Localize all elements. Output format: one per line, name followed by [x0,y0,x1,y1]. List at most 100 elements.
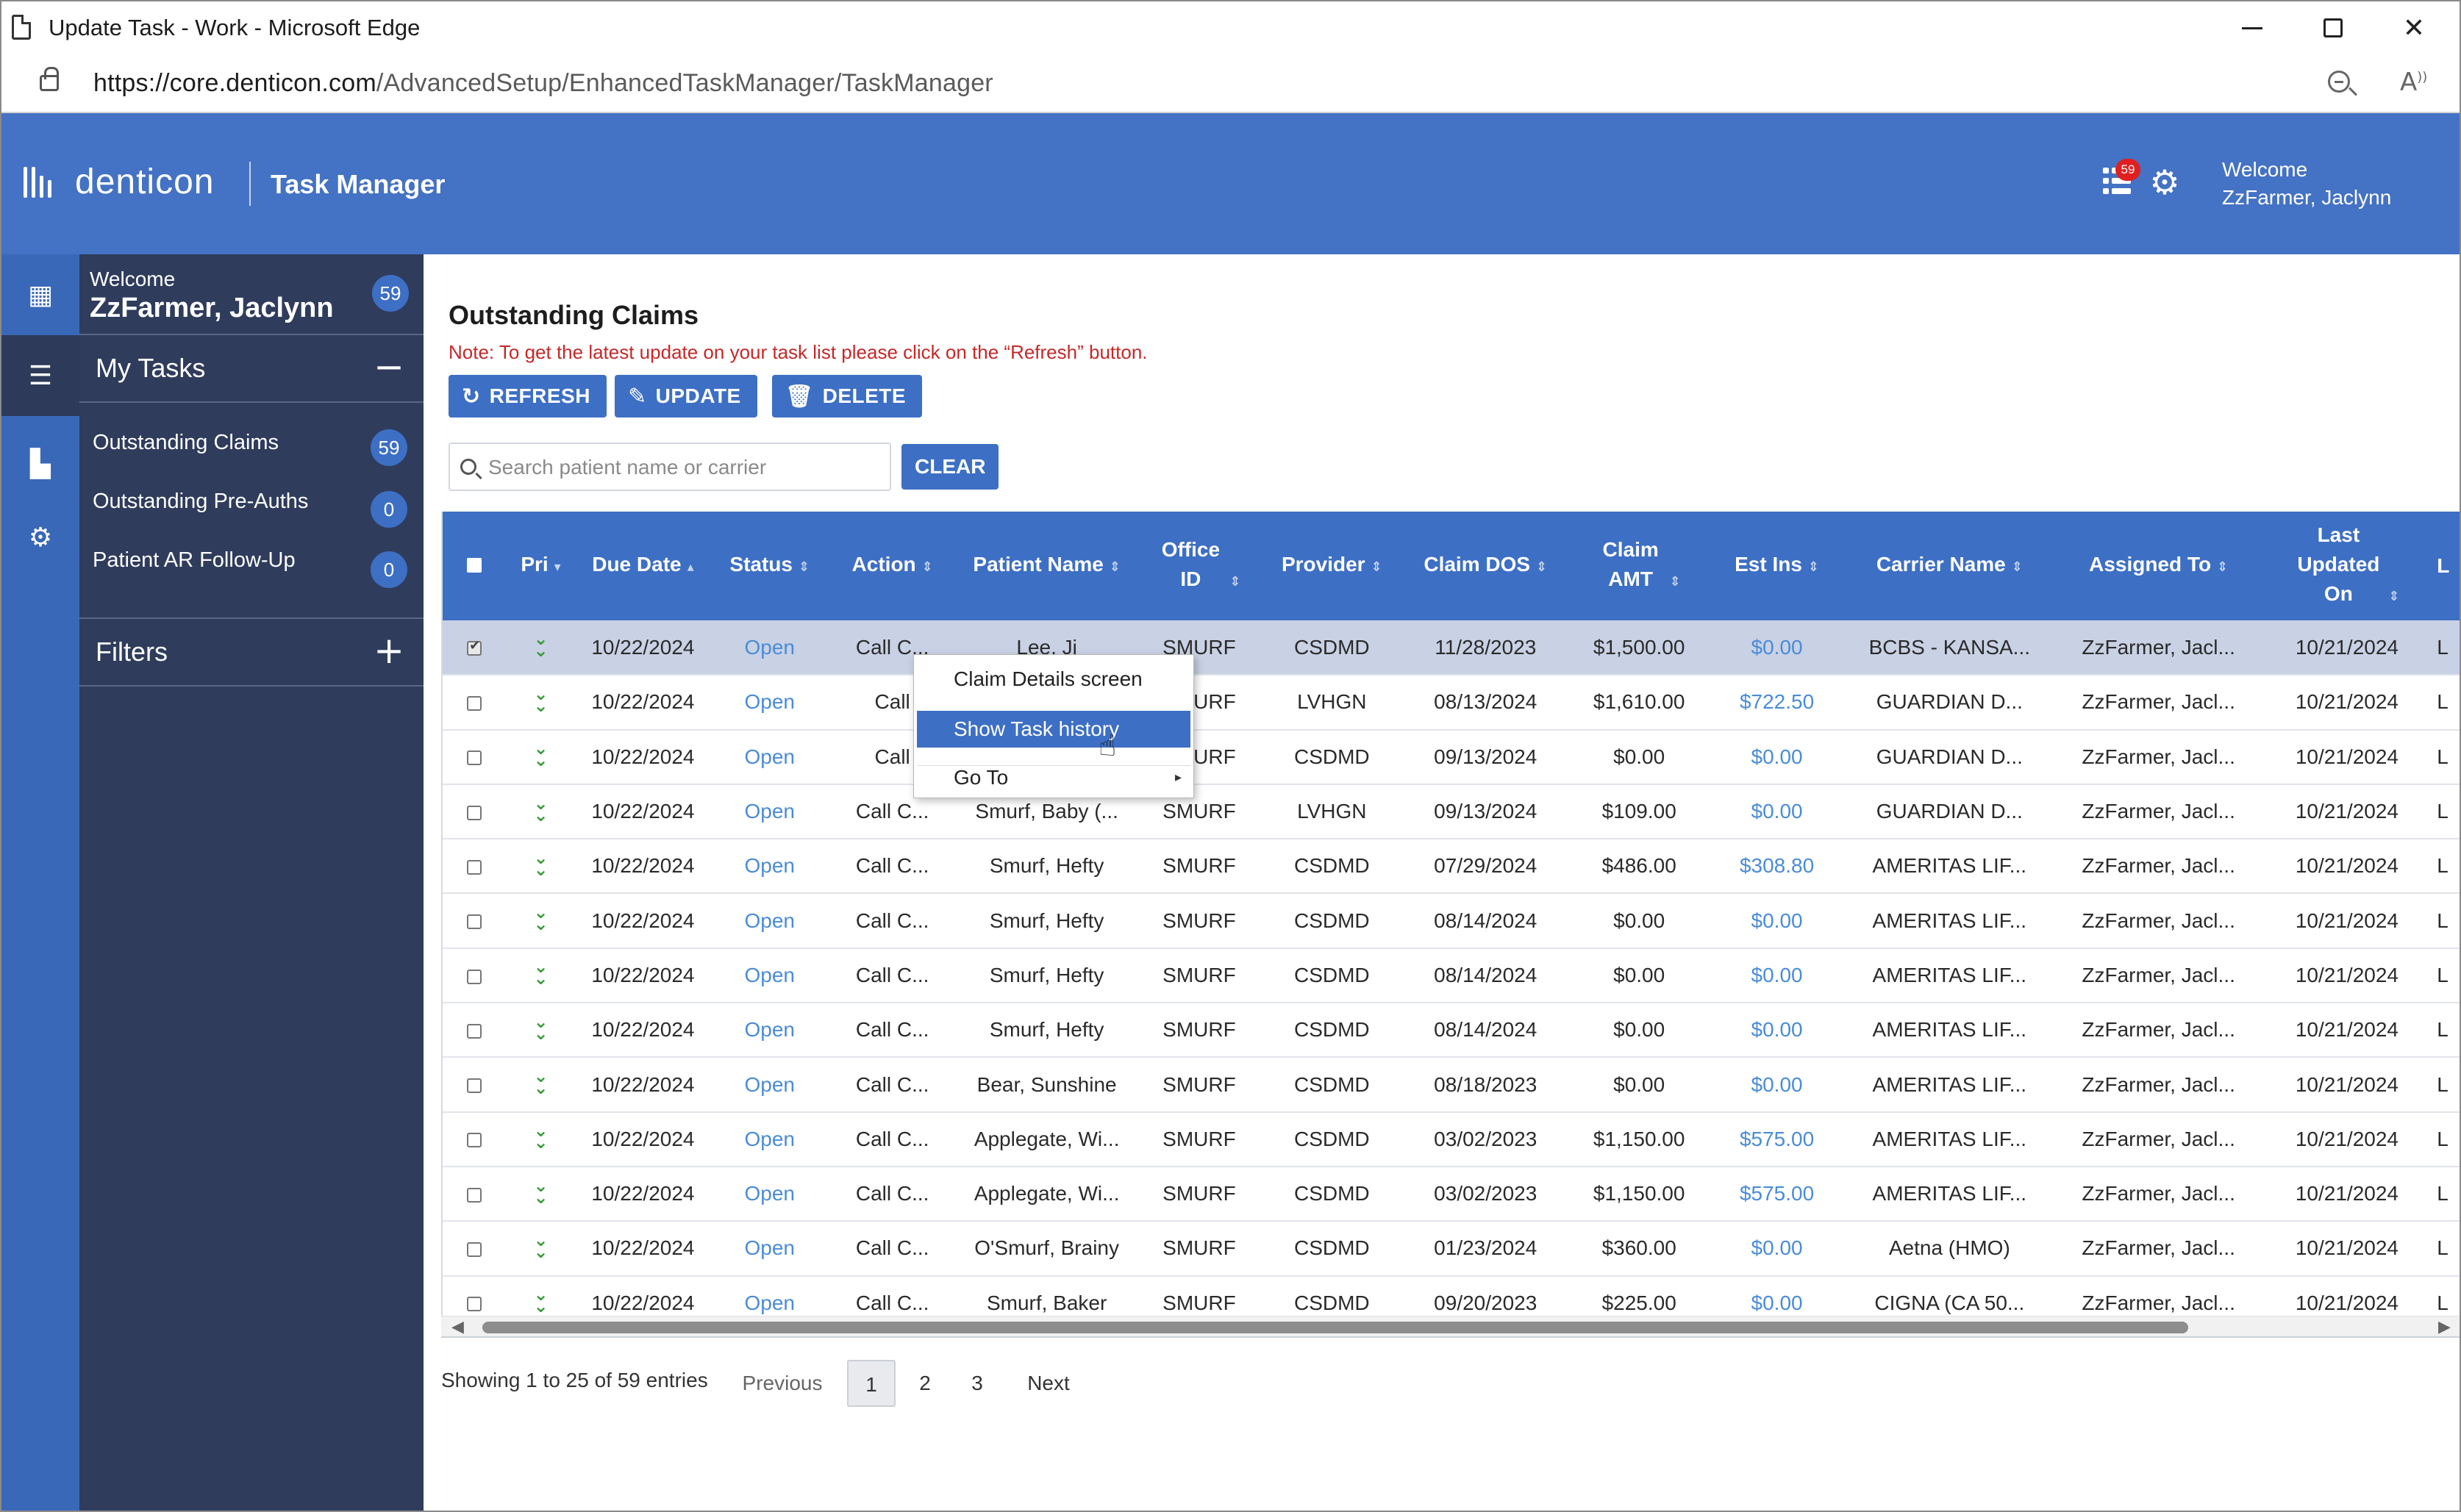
cell-est[interactable]: $0.00 [1710,1221,1844,1277]
pagination-previous[interactable]: Previous [738,1360,826,1407]
sidebar-item-patient-ar-follow-up[interactable]: Patient AR Follow-Up [93,548,296,573]
rail-reports[interactable]: ▙ [1,423,79,504]
cell-status[interactable]: Open [710,784,829,840]
menu-item-show-task-history[interactable]: Show Task history [917,711,1190,748]
cell-action[interactable]: Call C... [829,1057,956,1113]
table-row[interactable]: ⌄ ⌄ 10/22/2024 Open Call C... Smurf, Baker SMU… [443,1275,2460,1316]
cell-est[interactable]: $0.00 [1710,784,1844,840]
cell-action[interactable]: Call C... [829,893,956,949]
row-checkbox[interactable] [467,696,482,712]
table-row[interactable]: ⌄ ⌄ 10/22/2024 Open Call C... Applegate, Wi..… [443,1111,2460,1167]
cell-status[interactable]: Open [710,1003,829,1058]
search-box[interactable] [449,443,891,491]
cell-est[interactable]: $308.80 [1710,839,1844,895]
row-checkbox[interactable] [467,1297,482,1312]
scrollbar-thumb[interactable] [482,1322,2188,1333]
table-row[interactable]: ⌄ ⌄ 10/22/2024 Open Call C... Smurf, Hefty SMU… [443,1003,2460,1058]
collapse-minus-icon[interactable]: − [374,345,404,388]
col-header-priority[interactable]: Pri ▾ [506,512,576,620]
cell-status[interactable]: Open [710,1275,829,1316]
filters-section-header[interactable]: Filters + [79,617,424,687]
cell-status[interactable]: Open [710,839,829,895]
select-all-checkbox[interactable] [443,512,507,620]
update-button[interactable]: ✎ UPDATE [615,375,757,418]
col-header-action[interactable]: Action ⇕ [829,512,956,620]
sidebar-item-outstanding-pre-auths[interactable]: Outstanding Pre-Auths [93,490,308,514]
cell-status[interactable]: Open [710,893,829,949]
table-row[interactable]: ⌄ ⌄ 10/22/2024 Open Call C... Applegate, Wi..… [443,1166,2460,1222]
menu-item-claim-details[interactable]: Claim Details screen [917,661,1190,698]
my-tasks-section-header[interactable]: My Tasks − [79,334,424,403]
table-row[interactable]: ⌄ ⌄ 10/22/2024 Open Call C... Smurf, Hefty SMU… [443,947,2460,1004]
horizontal-scrollbar[interactable]: ◀ ▶ [441,1316,2460,1338]
table-row[interactable]: ⌄ ⌄ 10/22/2024 Open Call C... Smurf, Hefty SMU… [443,893,2460,949]
table-row[interactable]: ⌄ ⌄ 10/22/2024 Open Call C... Smurf, Hefty SMU… [443,839,2460,895]
cell-est[interactable]: $0.00 [1710,729,1844,785]
rail-dashboard[interactable]: ▦ [1,254,79,335]
col-header-est-ins[interactable]: Est Ins ⇕ [1710,512,1844,620]
maximize-button[interactable] [2293,7,2374,49]
cell-action[interactable]: Call C... [829,1166,956,1222]
row-checkbox[interactable] [467,1023,482,1039]
url-text[interactable]: https://core.denticon.com/AdvancedSetup/… [93,69,993,98]
col-header-patient-name[interactable]: Patient Name ⇕ [955,512,1138,620]
cell-action[interactable]: Call C... [829,1221,956,1277]
cell-est[interactable]: $0.00 [1710,1057,1844,1113]
table-row[interactable]: ⌄⌄10/22/2024OpenCall C...Lee, JjSMURFCSD… [443,620,2460,676]
cell-status[interactable]: Open [710,1166,829,1222]
pagination-page-3[interactable]: 3 [957,1360,998,1407]
row-checkbox[interactable] [467,1078,482,1094]
lock-icon[interactable] [40,67,59,91]
cell-est[interactable]: $0.00 [1710,893,1844,949]
header-welcome[interactable]: Welcome ZzFarmer, Jaclynn [2222,156,2391,212]
refresh-button[interactable]: ↻ REFRESH [449,375,607,418]
cell-action[interactable]: Call C... [829,1003,956,1058]
cell-est[interactable]: $0.00 [1710,947,1844,1004]
pagination-next[interactable]: Next [1012,1360,1085,1407]
scroll-right-icon[interactable]: ▶ [2438,1318,2451,1336]
pagination-page-2[interactable]: 2 [904,1360,946,1407]
cell-status[interactable]: Open [710,1221,829,1277]
row-checkbox[interactable] [467,859,482,875]
col-header-carrier-name[interactable]: Carrier Name ⇕ [1843,512,2056,620]
expand-plus-icon[interactable]: + [374,629,404,672]
table-row[interactable]: ⌄ ⌄ 10/22/2024 Open Call C... O'Smurf, Brainy… [443,1221,2460,1277]
col-header-last-updated-on[interactable]: Last Updated On ⇕ [2261,512,2433,620]
cell-action[interactable]: Call C... [829,1111,956,1167]
cell-est[interactable]: $575.00 [1710,1111,1844,1167]
zoom-out-icon[interactable] [2328,71,2350,93]
row-checkbox[interactable] [467,969,482,984]
table-row[interactable]: ⌄ ⌄ 10/22/2024 Open Call SMURF CSDMD 09/13/2024… [443,729,2460,785]
row-checkbox[interactable] [467,1133,482,1148]
row-checkbox[interactable] [467,1242,482,1258]
minimize-button[interactable] [2212,7,2293,49]
cell-est[interactable]: $0.00 [1710,620,1844,676]
table-row[interactable]: ⌄ ⌄ 10/22/2024 Open Call SMURF LVHGN 08/13/2024… [443,675,2460,731]
row-checkbox[interactable] [467,638,482,656]
pagination-page-1[interactable]: 1 [847,1360,896,1407]
row-checkbox[interactable] [467,1187,482,1203]
col-header-due-date[interactable]: Due Date ▴ [575,512,710,620]
settings-gear-icon[interactable]: ⚙ [2149,165,2181,199]
delete-button[interactable]: 🗑 DELETE [772,375,923,418]
cell-status[interactable]: Open [710,620,829,676]
row-checkbox[interactable] [467,914,482,930]
rail-tasks[interactable]: ☰ [1,335,79,416]
close-window-button[interactable]: ✕ [2374,7,2454,49]
col-header-claim-amt[interactable]: Claim AMT ⇕ [1568,512,1711,620]
scroll-left-icon[interactable]: ◀ [451,1318,464,1336]
cell-est[interactable]: $0.00 [1710,1275,1844,1316]
cell-est[interactable]: $0.00 [1710,1003,1844,1058]
rail-settings[interactable]: ⚙ [1,497,79,578]
cell-status[interactable]: Open [710,947,829,1004]
clear-button[interactable]: CLEAR [901,444,999,490]
cell-action[interactable]: Call C... [829,1275,956,1316]
cell-est[interactable]: $722.50 [1710,675,1844,731]
cell-est[interactable]: $575.00 [1710,1166,1844,1222]
sidebar-item-outstanding-claims[interactable]: Outstanding Claims [93,431,279,455]
table-row[interactable]: ⌄ ⌄ 10/22/2024 Open Call C... Smurf, Baby (..… [443,784,2460,840]
col-header-assigned-to[interactable]: Assigned To ⇕ [2055,512,2262,620]
col-header-claim-dos[interactable]: Claim DOS ⇕ [1403,512,1568,620]
cell-action[interactable]: Call C... [829,839,956,895]
cell-status[interactable]: Open [710,675,829,731]
